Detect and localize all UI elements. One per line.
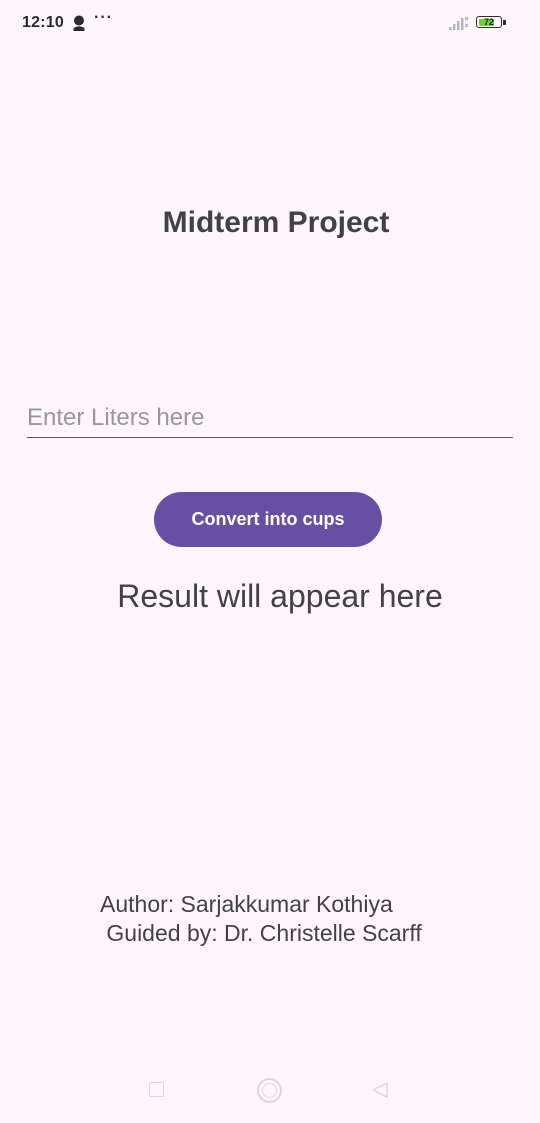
square-icon[interactable] [149,1082,164,1097]
battery-level: 72 [483,17,494,27]
result-text: Result will appear here [117,578,443,614]
triangle-back-icon[interactable] [370,1081,390,1099]
author-text: Author: Sarjakkumar Kothiya [100,891,393,917]
signal-icon [449,16,469,30]
status-time: 12:10 [22,14,64,31]
more-icon: ··· [94,9,113,26]
battery-tip [503,19,506,25]
status-bar: 12:10 ··· 72 [0,0,540,46]
page-title: Midterm Project [162,206,390,239]
credits: Author: Sarjakkumar Kothiya Guided by: D… [100,890,422,948]
liters-input[interactable] [27,398,513,438]
circle-home-icon[interactable] [257,1078,282,1103]
convert-button[interactable]: Convert into cups [154,492,382,547]
navigation-bar [0,1066,540,1114]
battery-icon: 72 [476,16,506,30]
person-icon [73,15,85,31]
guided-by-text: Guided by: Dr. Christelle Scarff [100,920,422,946]
